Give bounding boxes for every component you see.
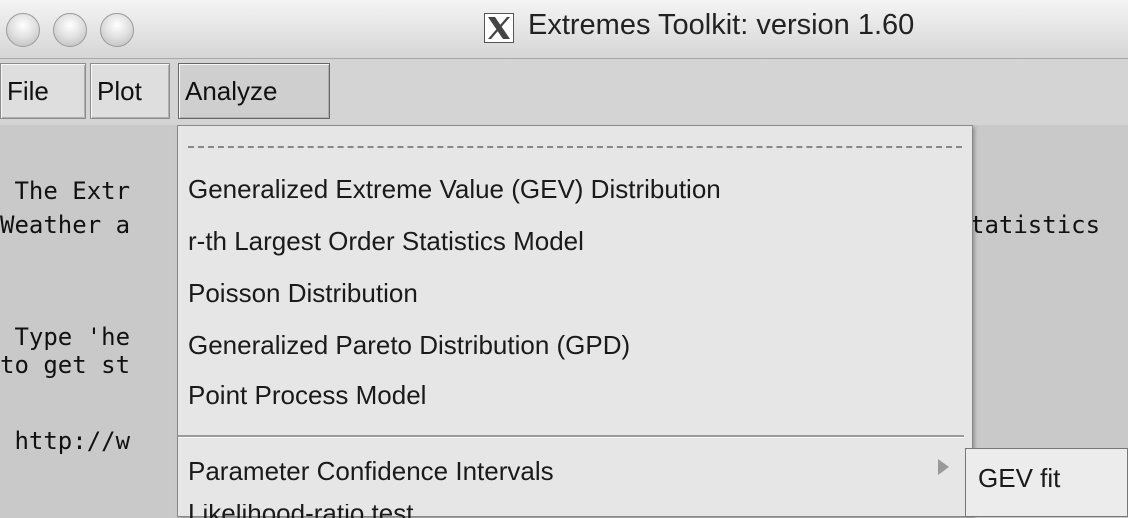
parameter-ci-submenu: GEV fit: [965, 448, 1128, 517]
menu-item-likelihood-ratio[interactable]: Likelihood-ratio test: [188, 504, 448, 518]
console-line: to get st: [0, 351, 131, 379]
menu-separator: [178, 435, 964, 438]
submenu-arrow-icon: [938, 459, 949, 475]
menu-item-label: Likelihood-ratio test: [188, 504, 448, 518]
menu-plot[interactable]: Plot: [90, 63, 170, 119]
analyze-menu: Generalized Extreme Value (GEV) Distribu…: [177, 125, 973, 518]
minimize-window-button[interactable]: [53, 13, 87, 47]
close-window-button[interactable]: [6, 13, 40, 47]
menu-bar: File Plot Analyze: [0, 59, 1128, 125]
menu-item-gpd[interactable]: Generalized Pareto Distribution (GPD): [188, 330, 630, 361]
console-line: tatistics: [970, 211, 1101, 239]
console-line: Type 'he: [0, 323, 131, 351]
tearoff-line[interactable]: [188, 146, 962, 148]
window-title: Extremes Toolkit: version 1.60: [528, 9, 915, 41]
menu-item-parameter-ci[interactable]: Parameter Confidence Intervals: [188, 456, 554, 487]
console-line: The Extr: [0, 177, 131, 205]
console-line: Weather a: [0, 211, 131, 239]
menu-analyze[interactable]: Analyze: [178, 63, 330, 119]
zoom-window-button[interactable]: [100, 13, 134, 47]
window-titlebar: Extremes Toolkit: version 1.60: [0, 0, 1128, 59]
menu-file[interactable]: File: [0, 63, 86, 119]
menu-item-gev[interactable]: Generalized Extreme Value (GEV) Distribu…: [188, 174, 721, 205]
menu-item-point-process[interactable]: Point Process Model: [188, 380, 426, 411]
submenu-item-gev-fit[interactable]: GEV fit: [978, 463, 1060, 494]
menu-item-rth-largest[interactable]: r-th Largest Order Statistics Model: [188, 226, 584, 257]
x11-icon: [484, 13, 514, 43]
console-line: http://w: [0, 427, 131, 455]
menu-item-poisson[interactable]: Poisson Distribution: [188, 278, 418, 309]
